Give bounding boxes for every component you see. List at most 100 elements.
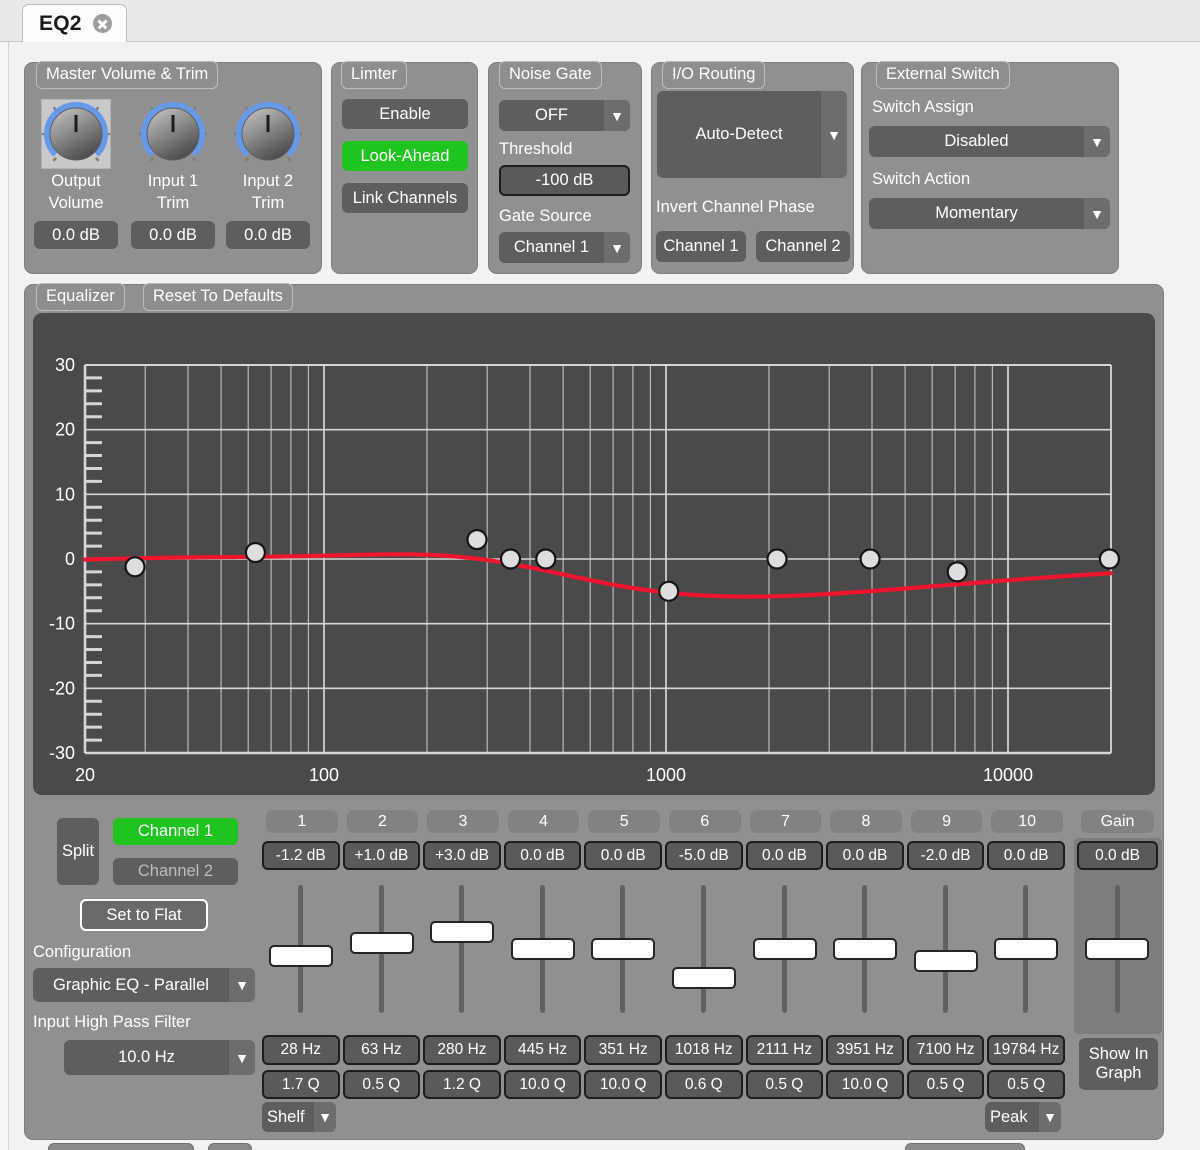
band-header-1[interactable]: 1 <box>266 810 338 833</box>
band-gain-field-6[interactable]: -5.0 dB <box>665 841 743 870</box>
band-frequency-field-10[interactable]: 19784 Hz <box>987 1035 1065 1065</box>
band-gain-field-10[interactable]: 0.0 dB <box>987 841 1065 870</box>
band-frequency-field-3[interactable]: 280 Hz <box>423 1035 501 1065</box>
tab-eq2[interactable]: EQ2 <box>22 4 127 42</box>
band-q-field-2[interactable]: 0.5 Q <box>342 1070 421 1099</box>
invert-phase-channel2-button[interactable]: Channel 2 <box>756 231 850 262</box>
gain-value-field[interactable]: 0.0 dB <box>1077 841 1158 870</box>
band-gain-field-8[interactable]: 0.0 dB <box>826 841 904 870</box>
limiter-lookahead-button[interactable]: Look-Ahead <box>342 141 468 171</box>
band-slider-track-3[interactable] <box>459 885 465 1013</box>
split-button[interactable]: Split <box>57 818 99 885</box>
knob-value-3[interactable]: 0.0 dB <box>226 221 310 249</box>
band-slider-track-6[interactable] <box>701 885 706 1013</box>
band-slider-thumb-8[interactable] <box>833 938 898 960</box>
band-gain-field-9[interactable]: -2.0 dB <box>906 841 985 870</box>
band-q-field-7[interactable]: 0.5 Q <box>745 1070 824 1099</box>
chevron-down-icon[interactable]: ▼ <box>821 91 847 178</box>
channel2-button[interactable]: Channel 2 <box>113 858 238 885</box>
right-filter-type-dropdown[interactable]: Peak ▼ <box>985 1102 1061 1132</box>
band-q-field-4[interactable]: 10.0 Q <box>503 1070 582 1099</box>
band-frequency-field-2[interactable]: 63 Hz <box>342 1035 421 1065</box>
band-gain-field-7[interactable]: 0.0 dB <box>745 841 824 870</box>
chevron-down-icon[interactable]: ▼ <box>1084 126 1110 157</box>
chevron-down-icon[interactable]: ▼ <box>604 100 630 131</box>
band-frequency-field-1[interactable]: 28 Hz <box>262 1035 340 1065</box>
limiter-enable-button[interactable]: Enable <box>342 99 468 129</box>
eq-graph-svg[interactable]: -30 -20 -10 0 10 20 30 20 100 1000 10000 <box>33 313 1155 795</box>
band-header-2[interactable]: 2 <box>346 810 419 833</box>
chevron-down-icon[interactable]: ▼ <box>229 1040 255 1075</box>
configuration-dropdown[interactable]: Graphic EQ - Parallel ▼ <box>33 968 255 1002</box>
chevron-down-icon[interactable]: ▼ <box>1084 198 1110 229</box>
show-in-graph-button[interactable]: Show In Graph <box>1079 1038 1158 1090</box>
band-q-field-10[interactable]: 0.5 Q <box>987 1070 1065 1099</box>
band-frequency-field-6[interactable]: 1018 Hz <box>665 1035 743 1065</box>
band-frequency-field-4[interactable]: 445 Hz <box>503 1035 582 1065</box>
eq-graph[interactable]: -30 -20 -10 0 10 20 30 20 100 1000 10000 <box>33 313 1155 795</box>
band-slider-thumb-9[interactable] <box>913 949 978 972</box>
chevron-down-icon[interactable]: ▼ <box>1039 1102 1061 1132</box>
invert-phase-channel1-button[interactable]: Channel 1 <box>656 231 746 262</box>
chevron-down-icon[interactable]: ▼ <box>314 1102 336 1132</box>
knob-graphic[interactable] <box>234 100 302 168</box>
band-gain-field-4[interactable]: 0.0 dB <box>503 841 582 870</box>
chevron-down-icon[interactable]: ▼ <box>604 232 630 263</box>
chevron-down-icon[interactable]: ▼ <box>229 968 255 1002</box>
knob-value-1[interactable]: 0.0 dB <box>34 221 118 249</box>
limiter-link-channels-button[interactable]: Link Channels <box>342 183 468 213</box>
io-routing-mode-dropdown[interactable]: Auto-Detect ▼ <box>657 91 847 178</box>
bottom-partial-button-3[interactable] <box>905 1143 1025 1150</box>
band-header-10[interactable]: 10 <box>991 810 1063 833</box>
band-header-6[interactable]: 6 <box>669 810 741 833</box>
band-header-5[interactable]: 5 <box>588 810 660 833</box>
switch-action-dropdown[interactable]: Momentary ▼ <box>869 198 1110 229</box>
band-header-9[interactable]: 9 <box>910 810 983 833</box>
band-header-8[interactable]: 8 <box>830 810 902 833</box>
band-slider-thumb-6[interactable] <box>672 967 736 989</box>
band-q-field-6[interactable]: 0.6 Q <box>665 1070 743 1099</box>
band-slider-thumb-7[interactable] <box>752 938 817 960</box>
gain-slider-thumb[interactable] <box>1085 938 1149 960</box>
noise-gate-source-dropdown[interactable]: Channel 1 ▼ <box>499 232 630 263</box>
knob-output-volume[interactable] <box>41 99 111 169</box>
hpf-dropdown[interactable]: 10.0 Hz ▼ <box>64 1040 255 1075</box>
band-q-field-9[interactable]: 0.5 Q <box>906 1070 985 1099</box>
band-q-field-8[interactable]: 10.0 Q <box>826 1070 904 1099</box>
band-q-field-5[interactable]: 10.0 Q <box>584 1070 662 1099</box>
reset-to-defaults-button[interactable]: Reset To Defaults <box>143 283 293 311</box>
bottom-partial-button-2[interactable] <box>208 1143 252 1150</box>
band-gain-field-2[interactable]: +1.0 dB <box>342 841 421 870</box>
noise-gate-state-dropdown[interactable]: OFF ▼ <box>499 100 630 131</box>
knob-input-2-trim[interactable] <box>234 100 302 168</box>
band-slider-thumb-10[interactable] <box>994 938 1059 960</box>
knob-value-2[interactable]: 0.0 dB <box>131 221 215 249</box>
band-header-3[interactable]: 3 <box>427 810 499 833</box>
band-slider-thumb-5[interactable] <box>591 938 656 960</box>
band-q-field-3[interactable]: 1.2 Q <box>423 1070 501 1099</box>
band-gain-field-1[interactable]: -1.2 dB <box>262 841 340 870</box>
band-gain-field-3[interactable]: +3.0 dB <box>423 841 501 870</box>
band-slider-thumb-4[interactable] <box>510 938 575 960</box>
knob-graphic[interactable] <box>139 100 207 168</box>
band-slider-thumb-3[interactable] <box>430 920 495 943</box>
knob-graphic[interactable] <box>42 100 110 168</box>
band-frequency-field-7[interactable]: 2111 Hz <box>745 1035 824 1065</box>
band-frequency-field-8[interactable]: 3951 Hz <box>826 1035 904 1065</box>
band-frequency-field-5[interactable]: 351 Hz <box>584 1035 662 1065</box>
close-circle-icon[interactable] <box>92 14 112 33</box>
left-filter-type-dropdown[interactable]: Shelf ▼ <box>262 1102 336 1132</box>
channel1-button[interactable]: Channel 1 <box>113 818 238 845</box>
band-slider-thumb-2[interactable] <box>349 932 414 955</box>
knob-input-1-trim[interactable] <box>139 100 207 168</box>
band-slider-thumb-1[interactable] <box>269 945 333 967</box>
noise-gate-threshold-field[interactable]: -100 dB <box>499 165 630 196</box>
switch-assign-dropdown[interactable]: Disabled ▼ <box>869 126 1110 157</box>
bottom-partial-button-1[interactable] <box>48 1143 194 1150</box>
band-frequency-field-9[interactable]: 7100 Hz <box>906 1035 985 1065</box>
band-q-field-1[interactable]: 1.7 Q <box>262 1070 340 1099</box>
band-header-7[interactable]: 7 <box>749 810 822 833</box>
set-to-flat-button[interactable]: Set to Flat <box>80 899 208 931</box>
band-header-4[interactable]: 4 <box>507 810 580 833</box>
band-gain-field-5[interactable]: 0.0 dB <box>584 841 662 870</box>
